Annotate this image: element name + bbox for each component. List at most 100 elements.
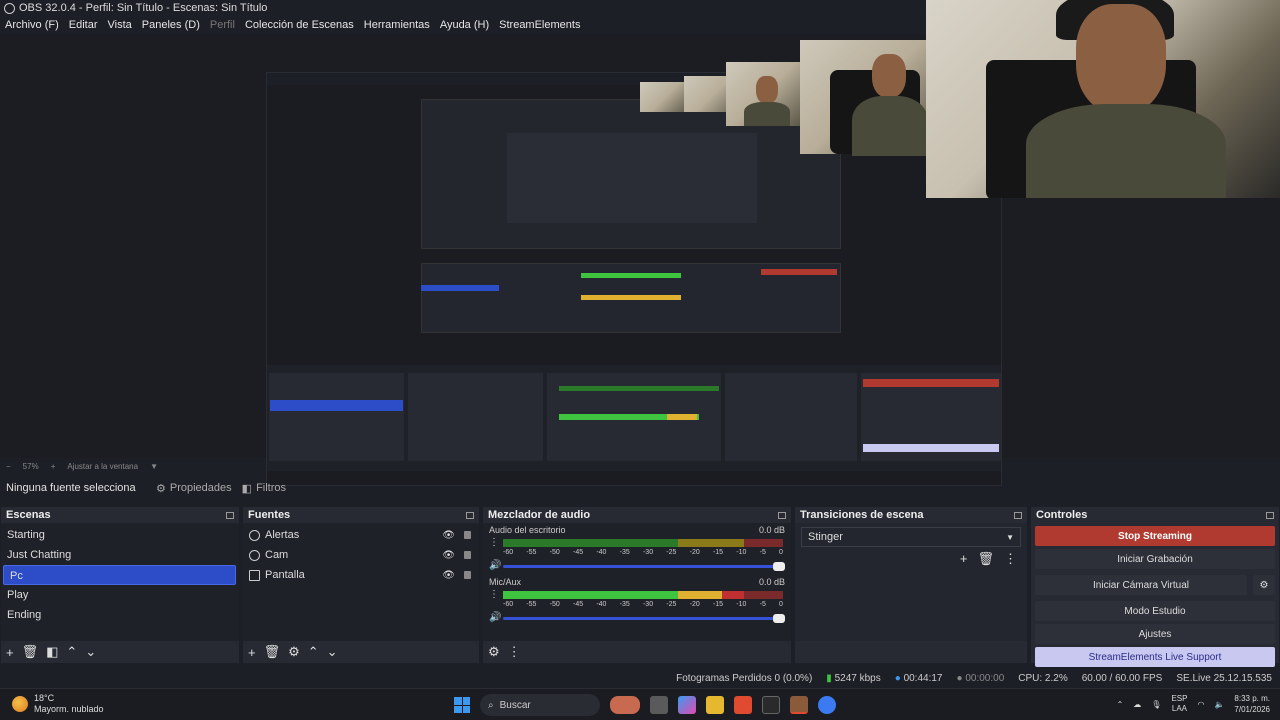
add-source-button[interactable]: + — [248, 645, 256, 660]
controls-dock: Controles Stop Streaming Iniciar Grabaci… — [1030, 506, 1280, 667]
gear-icon[interactable]: ⚙ — [288, 644, 300, 660]
transition-select[interactable]: Stinger ▼ — [801, 527, 1021, 547]
zoom-fit-select[interactable]: Ajustar a la ventana — [67, 462, 138, 471]
eye-icon[interactable]: 👁 — [442, 550, 455, 561]
lock-icon[interactable] — [464, 571, 471, 579]
menu-paneles[interactable]: Paneles (D) — [142, 19, 200, 31]
volume-slider[interactable] — [503, 614, 785, 623]
eye-icon[interactable]: 👁 — [442, 530, 455, 541]
source-item-cam[interactable]: Cam 👁 — [243, 545, 479, 565]
task-view-icon[interactable] — [650, 696, 668, 714]
trash-icon[interactable]: 🗑 — [264, 644, 281, 660]
start-icon[interactable] — [454, 697, 470, 713]
app-icon[interactable] — [818, 696, 836, 714]
file-explorer-icon[interactable] — [706, 696, 724, 714]
menu-editar[interactable]: Editar — [69, 19, 98, 31]
eye-icon[interactable]: 👁 — [442, 570, 455, 581]
slider-knob[interactable] — [773, 614, 785, 623]
chevron-down-icon[interactable]: ▼ — [150, 462, 158, 471]
scene-item-starting[interactable]: Starting — [1, 525, 239, 545]
live-support-button[interactable]: StreamElements Live Support — [1035, 647, 1275, 667]
properties-button[interactable]: ⚙ Propiedades — [156, 482, 232, 495]
lock-icon[interactable] — [464, 531, 471, 539]
language-indicator[interactable]: ESP LAA — [1171, 694, 1187, 714]
network-icon[interactable]: ☁ — [1133, 700, 1141, 709]
meter-ticks: -60 -55 -50 -45 -40 -35 -30 -25 -20 -15 -10 -5 0 — [503, 549, 783, 556]
scenes-title: Escenas — [6, 509, 51, 521]
dock-float-icon[interactable] — [1014, 511, 1022, 519]
sources-dock: Fuentes Alertas 👁 Cam 👁 Pantalla 👁 + 🗑 ⚙… — [242, 506, 480, 664]
webcam-echo-3 — [726, 62, 802, 126]
dock-float-icon[interactable] — [1266, 511, 1274, 519]
add-transition-button[interactable]: + — [960, 551, 968, 567]
mic-icon[interactable]: 🎙 — [1151, 700, 1161, 709]
audio-app-icon[interactable] — [762, 696, 780, 714]
transition-value: Stinger — [808, 531, 843, 543]
clock[interactable]: 8:33 p. m. 7/01/2026 — [1234, 693, 1270, 715]
scene-item-play[interactable]: Play — [1, 585, 239, 605]
menu-streamelements[interactable]: StreamElements — [499, 19, 580, 31]
menu-coleccion[interactable]: Colección de Escenas — [245, 19, 354, 31]
widget-app-icon[interactable] — [610, 696, 640, 714]
move-down-icon[interactable]: ⌄ — [85, 644, 96, 660]
menu-ayuda[interactable]: Ayuda (H) — [440, 19, 489, 31]
virtual-camera-button[interactable]: Iniciar Cámara Virtual — [1035, 575, 1247, 595]
advanced-audio-icon[interactable]: ⚙ — [488, 644, 500, 660]
channel-db: 0.0 dB — [758, 577, 785, 587]
trash-icon[interactable]: 🗑 — [22, 644, 39, 660]
speaker-icon[interactable]: 🔊 — [489, 612, 501, 623]
menu-herramientas[interactable]: Herramientas — [364, 19, 430, 31]
scene-item-pc[interactable]: Pc — [3, 565, 236, 585]
zoom-in-button[interactable]: + — [51, 462, 56, 471]
move-up-icon[interactable]: ⌃ — [66, 644, 77, 660]
wifi-icon[interactable]: ◠ — [1197, 700, 1204, 709]
display-icon — [249, 569, 260, 581]
stop-streaming-button[interactable]: Stop Streaming — [1035, 526, 1275, 546]
studio-mode-button[interactable]: Modo Estudio — [1035, 601, 1275, 621]
source-item-alertas[interactable]: Alertas 👁 — [243, 525, 479, 545]
copilot-icon[interactable] — [678, 696, 696, 714]
menu-perfil[interactable]: Perfil — [210, 19, 235, 31]
slider-knob[interactable] — [773, 562, 785, 571]
add-scene-button[interactable]: + — [6, 645, 14, 660]
volume-icon[interactable]: 🔈 — [1214, 700, 1224, 709]
transition-menu-icon[interactable]: ⋮ — [1004, 551, 1017, 567]
temperature: 18°C — [34, 693, 55, 703]
move-down-icon[interactable]: ⌄ — [327, 644, 338, 660]
scene-item-ending[interactable]: Ending — [1, 605, 239, 625]
dock-float-icon[interactable] — [226, 511, 234, 519]
cpu-usage: CPU: 2.2% — [1018, 672, 1068, 684]
start-recording-button[interactable]: Iniciar Grabación — [1035, 549, 1275, 569]
zoom-out-button[interactable]: − — [6, 462, 11, 471]
search-icon: ⌕ — [488, 699, 494, 711]
move-up-icon[interactable]: ⌃ — [308, 644, 319, 660]
brave-browser-icon[interactable] — [734, 696, 752, 714]
mixer-menu-icon[interactable]: ⋮ — [508, 644, 521, 660]
gear-icon[interactable]: ⚙ — [1253, 575, 1275, 595]
volume-slider[interactable] — [503, 562, 785, 571]
channel-menu-icon[interactable]: ⋮ — [489, 589, 499, 600]
settings-button[interactable]: Ajustes — [1035, 624, 1275, 644]
weather-text: Mayorm. nublado — [34, 704, 104, 714]
stream-icon: ● — [894, 672, 901, 684]
dock-float-icon[interactable] — [778, 511, 786, 519]
channel-menu-icon[interactable]: ⋮ — [489, 537, 499, 548]
meter-ticks: -60 -55 -50 -45 -40 -35 -30 -25 -20 -15 -10 -5 0 — [503, 601, 783, 608]
source-label: Alertas — [265, 529, 300, 541]
obs-taskbar-icon[interactable] — [790, 696, 808, 714]
chevron-up-icon[interactable]: ⌃ — [1117, 700, 1124, 709]
dock-float-icon[interactable] — [466, 511, 474, 519]
taskbar-search[interactable]: ⌕ Buscar — [480, 694, 600, 716]
scene-item-just-chatting[interactable]: Just Chatting — [1, 545, 239, 565]
filters-button[interactable]: ◧ Filtros — [242, 482, 286, 495]
transitions-title: Transiciones de escena — [800, 509, 924, 521]
webcam-overlay — [926, 0, 1280, 198]
speaker-icon[interactable]: 🔊 — [489, 560, 501, 571]
menu-archivo[interactable]: Archivo (F) — [5, 19, 59, 31]
menu-vista[interactable]: Vista — [108, 19, 132, 31]
trash-icon[interactable]: 🗑 — [977, 551, 994, 567]
scene-filters-icon[interactable]: ◧ — [46, 644, 58, 660]
source-item-pantalla[interactable]: Pantalla 👁 — [243, 565, 479, 585]
lock-icon[interactable] — [464, 551, 471, 559]
weather-widget[interactable]: 18°C Mayorm. nublado — [12, 693, 104, 715]
